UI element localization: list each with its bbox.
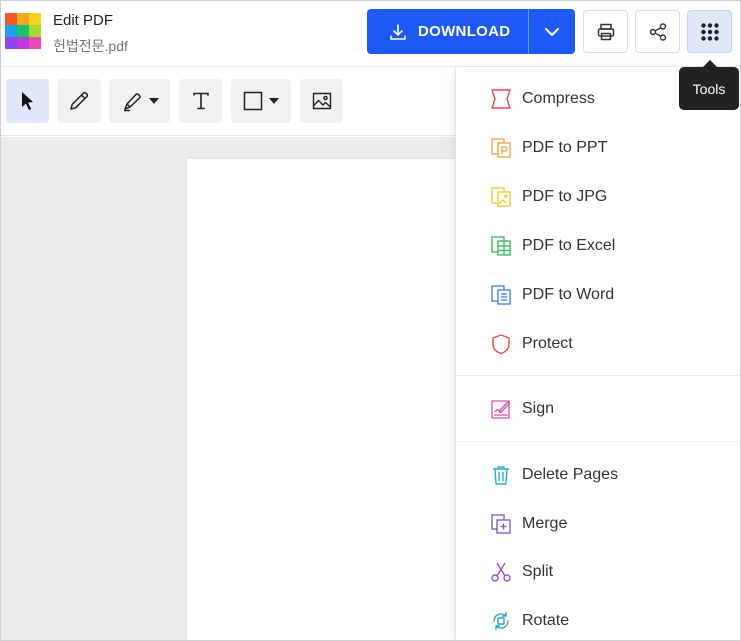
menu-item-rotate[interactable]: Rotate — [456, 601, 740, 640]
trash-icon — [490, 464, 512, 486]
ppt-file-icon — [490, 137, 512, 159]
print-button[interactable] — [583, 10, 628, 53]
menu-item-label: Compress — [522, 90, 595, 107]
menu-item-label: PDF to JPG — [522, 188, 608, 205]
logo-tile — [29, 37, 41, 49]
menu-item-label: PDF to Word — [522, 286, 615, 303]
tools-button[interactable] — [687, 10, 732, 53]
menu-item-label: PDF to Excel — [522, 237, 616, 254]
logo-tile — [29, 13, 41, 25]
logo-tile — [5, 13, 17, 25]
square-icon — [243, 91, 263, 111]
download-button[interactable]: DOWNLOAD — [367, 9, 529, 54]
file-name: 헌법전문.pdf — [53, 38, 128, 54]
pencil-icon — [70, 91, 89, 110]
rotate-icon — [490, 610, 512, 632]
logo-tile — [17, 37, 29, 49]
shield-icon — [490, 333, 512, 355]
compress-icon — [490, 88, 512, 110]
cursor-arrow-icon — [21, 92, 33, 110]
chevron-down-icon — [148, 98, 159, 104]
menu-item-sign[interactable]: Sign — [456, 389, 740, 429]
app-header: Edit PDF 헌법전문.pdf DOWNLOAD — [1, 1, 740, 67]
menu-item-pdf-to-word[interactable]: PDF to Word — [456, 275, 740, 315]
print-icon — [597, 23, 614, 40]
menu-item-label: PDF to PPT — [522, 139, 608, 156]
jpg-file-icon — [490, 186, 512, 208]
page-title: Edit PDF — [53, 12, 114, 29]
grid-dots-icon — [700, 22, 719, 41]
app-window: Edit PDF 헌법전문.pdf DOWNLOAD Compress PDF … — [0, 0, 741, 641]
menu-item-label: Rotate — [522, 612, 570, 629]
menu-item-label: Sign — [522, 400, 555, 417]
excel-file-icon — [490, 235, 512, 257]
highlighter-tool-button[interactable] — [109, 79, 170, 123]
menu-item-pdf-to-excel[interactable]: PDF to Excel — [456, 226, 740, 266]
logo-tile — [5, 37, 17, 49]
menu-item-merge[interactable]: Merge — [456, 504, 740, 544]
menu-divider — [456, 441, 740, 442]
image-icon — [312, 92, 331, 110]
menu-item-label: Delete Pages — [522, 466, 619, 483]
menu-item-pdf-to-jpg[interactable]: PDF to JPG — [456, 177, 740, 217]
menu-item-delete-pages[interactable]: Delete Pages — [456, 455, 740, 495]
text-T-icon — [192, 92, 209, 110]
logo-tile — [17, 25, 29, 37]
menu-item-protect[interactable]: Protect — [456, 324, 740, 364]
tools-tooltip: Tools — [679, 60, 739, 110]
chevron-down-icon — [545, 27, 559, 36]
menu-item-pdf-to-ppt[interactable]: PDF to PPT — [456, 128, 740, 168]
text-tool-button[interactable] — [179, 79, 222, 123]
logo-tile — [5, 25, 17, 37]
shape-tool-button[interactable] — [231, 79, 291, 123]
logo-tile — [29, 25, 41, 37]
menu-item-label: Split — [522, 563, 554, 580]
marker-icon — [123, 93, 141, 112]
share-button[interactable] — [635, 10, 680, 53]
tools-menu: Compress PDF to PPT PDF to JPG PDF to Ex… — [455, 67, 740, 640]
download-label: DOWNLOAD — [418, 23, 511, 40]
pencil-tool-button[interactable] — [57, 79, 101, 123]
chevron-down-icon — [269, 98, 279, 104]
download-icon — [390, 23, 406, 40]
word-file-icon — [490, 284, 512, 306]
merge-icon — [490, 513, 512, 535]
menu-item-label: Merge — [522, 515, 568, 532]
menu-item-label: Protect — [522, 335, 573, 352]
sign-icon — [490, 398, 512, 420]
share-icon — [649, 22, 666, 41]
menu-divider — [456, 375, 740, 376]
select-tool-button[interactable] — [6, 79, 49, 123]
app-logo — [5, 13, 41, 49]
download-options-button[interactable] — [529, 9, 575, 54]
pdf-page[interactable] — [187, 159, 487, 640]
download-button-group: DOWNLOAD — [367, 9, 575, 54]
logo-tile — [17, 13, 29, 25]
menu-item-split[interactable]: Split — [456, 552, 740, 592]
scissors-icon — [490, 561, 512, 583]
image-tool-button[interactable] — [300, 79, 343, 123]
